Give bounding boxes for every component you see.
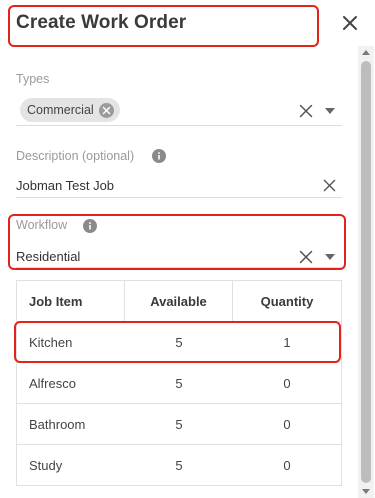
workflow-select[interactable]: Residential xyxy=(16,242,342,268)
info-icon[interactable] xyxy=(152,149,166,163)
column-header-job-item[interactable]: Job Item xyxy=(17,281,125,321)
clear-icon[interactable] xyxy=(299,104,313,118)
quantity-cell[interactable]: 0 xyxy=(233,445,341,485)
scrollbar-thumb[interactable] xyxy=(361,61,371,483)
description-label: Description (optional) xyxy=(16,149,135,163)
dialog-header: Create Work Order xyxy=(0,0,375,52)
job-item-cell: Study xyxy=(29,457,63,473)
description-field[interactable]: Jobman Test Job xyxy=(16,172,342,198)
available-cell: 5 xyxy=(175,375,183,391)
type-chip: Commercial xyxy=(20,98,120,122)
chevron-down-icon[interactable] xyxy=(325,108,335,114)
quantity-cell[interactable]: 0 xyxy=(233,404,341,444)
job-item-cell: Bathroom xyxy=(29,416,86,432)
column-header-available[interactable]: Available xyxy=(125,281,233,321)
dialog-title: Create Work Order xyxy=(16,12,187,33)
dialog-content: Types Commercial Description (optional) xyxy=(0,52,356,498)
scrollbar[interactable] xyxy=(358,46,374,498)
job-items-table: Job Item Available Quantity Kitchen 5 1 … xyxy=(16,280,342,486)
type-chip-label: Commercial xyxy=(27,103,94,117)
table-row[interactable]: Bathroom 5 0 xyxy=(17,404,341,445)
types-select[interactable]: Commercial xyxy=(16,94,342,126)
table-row[interactable]: Alfresco 5 0 xyxy=(17,363,341,404)
available-cell: 5 xyxy=(175,416,183,432)
column-header-quantity[interactable]: Quantity xyxy=(233,281,341,321)
close-button[interactable] xyxy=(341,12,359,34)
available-cell: 5 xyxy=(175,334,183,350)
description-value: Jobman Test Job xyxy=(16,178,115,193)
job-item-cell: Alfresco xyxy=(29,375,76,391)
table-row[interactable]: Kitchen 5 1 xyxy=(17,322,341,363)
clear-icon[interactable] xyxy=(323,179,336,192)
workflow-value: Residential xyxy=(16,249,81,264)
create-work-order-dialog: Create Work Order Types Commercial Descr… xyxy=(0,0,375,498)
table-header: Job Item Available Quantity xyxy=(17,281,341,322)
workflow-label: Workflow xyxy=(16,218,68,232)
table-row[interactable]: Study 5 0 xyxy=(17,445,341,486)
clear-icon[interactable] xyxy=(299,250,313,264)
types-label: Types xyxy=(16,72,50,86)
scroll-up-arrow-icon[interactable] xyxy=(362,50,370,55)
job-item-cell: Kitchen xyxy=(29,334,73,350)
close-icon xyxy=(343,16,357,30)
chip-remove-button[interactable] xyxy=(98,102,114,118)
scroll-down-arrow-icon[interactable] xyxy=(362,489,370,494)
chevron-down-icon[interactable] xyxy=(325,254,335,260)
info-icon[interactable] xyxy=(83,219,97,233)
close-icon xyxy=(102,106,110,114)
quantity-cell[interactable]: 0 xyxy=(233,363,341,403)
available-cell: 5 xyxy=(175,457,183,473)
quantity-cell[interactable]: 1 xyxy=(233,322,341,362)
